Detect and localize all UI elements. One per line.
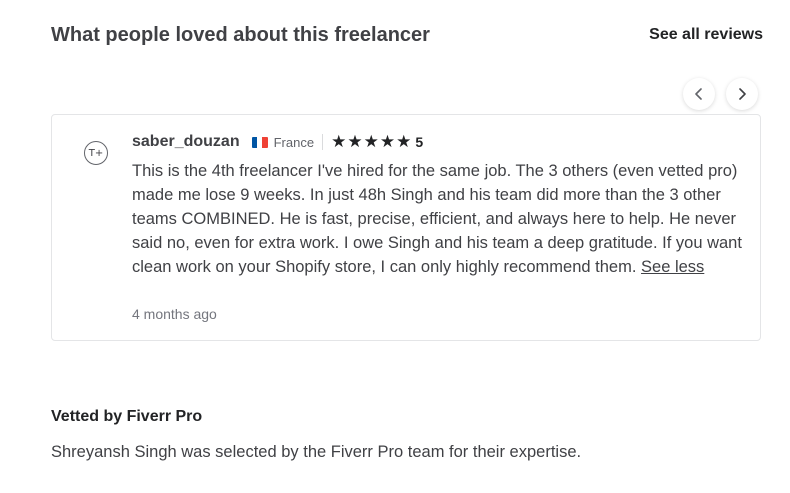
carousel-next-button[interactable] [726,78,758,110]
star-icon: ★ [379,131,396,152]
star-icon: ★ [396,131,412,152]
vetted-title: Vetted by Fiverr Pro [51,408,203,425]
chevron-left-icon [695,88,702,100]
vetted-description: Shreyansh Singh was selected by the Five… [51,443,582,461]
france-flag-icon [251,136,268,148]
reviewer-info: saber_douzan France ★ ★ ★ ★ ★ 5 [132,131,423,153]
divider [322,134,324,150]
see-all-reviews-link[interactable]: See all reviews [649,24,763,46]
review-card: T+ saber_douzan France ★ ★ ★ ★ ★ 5 This … [51,114,761,341]
avatar[interactable]: T+ [84,141,108,165]
star-rating: ★ ★ ★ ★ ★ [331,131,412,152]
carousel-prev-button[interactable] [683,78,715,110]
reviewer-name[interactable]: saber_douzan [132,133,240,151]
review-text: This is the 4th freelancer I've hired fo… [132,159,744,279]
star-icon: ★ [347,131,363,152]
rating-value: 5 [415,134,424,150]
review-time: 4 months ago [132,306,217,322]
see-less-link[interactable]: See less [641,258,704,276]
star-icon: ★ [363,131,379,152]
section-title: What people loved about this freelancer [51,24,430,46]
reviewer-country: France [273,134,315,150]
chevron-right-icon [739,88,746,100]
reviews-section-header: What people loved about this freelancer … [51,22,763,50]
star-icon: ★ [331,131,347,152]
